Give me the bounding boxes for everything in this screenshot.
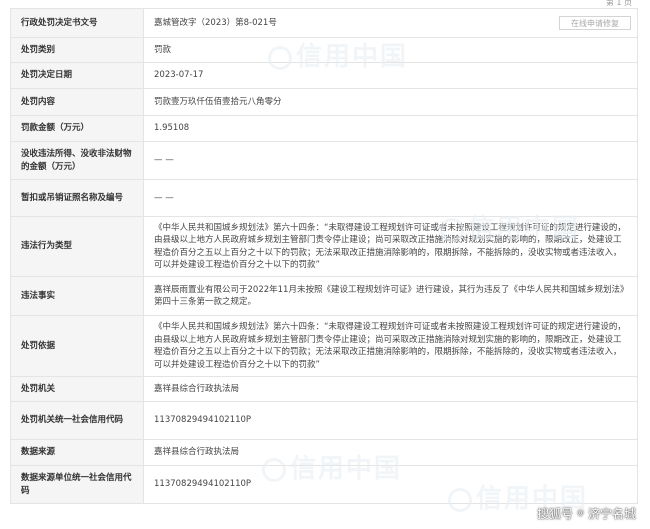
row-value: 嘉祥县综合行政执法局 <box>143 376 638 402</box>
row-label: 处罚机关统一社会信用代码 <box>10 401 144 440</box>
table-row: 处罚依据 《中华人民共和国城乡规划法》第六十四条：“未取得建设工程规划许可证或者… <box>10 315 638 377</box>
decision-number: 嘉城管改字（2023）第8-021号 <box>154 17 277 28</box>
credit-account: 济宁名城 <box>587 507 636 521</box>
row-value: — — <box>143 179 638 217</box>
row-label: 数据来源单位统一社会信用代码 <box>10 465 144 504</box>
row-value: 2023-07-17 <box>143 62 638 89</box>
table-row: 罚款金额（万元） 1.95108 <box>10 115 638 142</box>
row-value: 《中华人民共和国城乡规划法》第六十四条：“未取得建设工程规划许可证或者未按照建设… <box>143 315 638 377</box>
row-value: 罚款壹万玖仟伍佰壹拾元八角零分 <box>143 88 638 116</box>
row-value: 1.95108 <box>143 115 638 142</box>
row-label: 暂扣或吊销证照名称及编号 <box>10 179 144 217</box>
row-label: 违法事实 <box>10 276 144 316</box>
table-row: 处罚类别 罚款 <box>10 37 638 63</box>
at-icon: @ <box>574 508 586 519</box>
table-row: 处罚决定日期 2023-07-17 <box>10 62 638 89</box>
table-row: 处罚机关 嘉祥县综合行政执法局 <box>10 376 638 402</box>
row-value: 《中华人民共和国城乡规划法》第六十四条：“未取得建设工程规划许可证或者未按照建设… <box>143 216 638 277</box>
row-value: 嘉祥县综合行政执法局 <box>143 439 638 466</box>
row-value: 11370829494102110P <box>143 465 638 504</box>
row-label: 行政处罚决定书文号 <box>10 8 144 38</box>
row-label: 处罚依据 <box>10 315 144 377</box>
online-correction-button[interactable]: 在线申请修复 <box>559 16 631 30</box>
table-row: 违法行为类型 《中华人民共和国城乡规划法》第六十四条：“未取得建设工程规划许可证… <box>10 216 638 277</box>
row-label: 处罚机关 <box>10 376 144 402</box>
page-indicator: 第 1 页 <box>605 0 632 6</box>
row-value: 嘉城管改字（2023）第8-021号 在线申请修复 <box>143 8 638 38</box>
table-row: 行政处罚决定书文号 嘉城管改字（2023）第8-021号 在线申请修复 <box>10 8 638 38</box>
table-row: 数据来源 嘉祥县综合行政执法局 <box>10 439 638 466</box>
row-value: 嘉祥辰雨置业有限公司于2022年11月未按照《建设工程规划许可证》进行建设，其行… <box>143 276 638 316</box>
table-row: 暂扣或吊销证照名称及编号 — — <box>10 179 638 217</box>
row-label: 数据来源 <box>10 439 144 466</box>
row-label: 没收违法所得、没收非法财物的金额（万元） <box>10 141 144 180</box>
row-value: 11370829494102110P <box>143 401 638 440</box>
row-value: — — <box>143 141 638 180</box>
row-label: 处罚类别 <box>10 37 144 63</box>
table-row: 违法事实 嘉祥辰雨置业有限公司于2022年11月未按照《建设工程规划许可证》进行… <box>10 276 638 316</box>
table-row: 处罚内容 罚款壹万玖仟伍佰壹拾元八角零分 <box>10 88 638 116</box>
table-row: 数据来源单位统一社会信用代码 11370829494102110P <box>10 465 638 504</box>
row-label: 罚款金额（万元） <box>10 115 144 142</box>
table-row: 处罚机关统一社会信用代码 11370829494102110P <box>10 401 638 440</box>
credit-platform: 搜狐号 <box>536 507 573 521</box>
row-value: 罚款 <box>143 37 638 63</box>
row-label: 处罚决定日期 <box>10 62 144 89</box>
source-credit: 搜狐号 @ 济宁名城 <box>537 505 636 522</box>
table-row: 没收违法所得、没收非法财物的金额（万元） — — <box>10 141 638 180</box>
row-label: 违法行为类型 <box>10 216 144 277</box>
row-label: 处罚内容 <box>10 88 144 116</box>
penalty-info-table: 行政处罚决定书文号 嘉城管改字（2023）第8-021号 在线申请修复 处罚类别… <box>10 8 638 504</box>
